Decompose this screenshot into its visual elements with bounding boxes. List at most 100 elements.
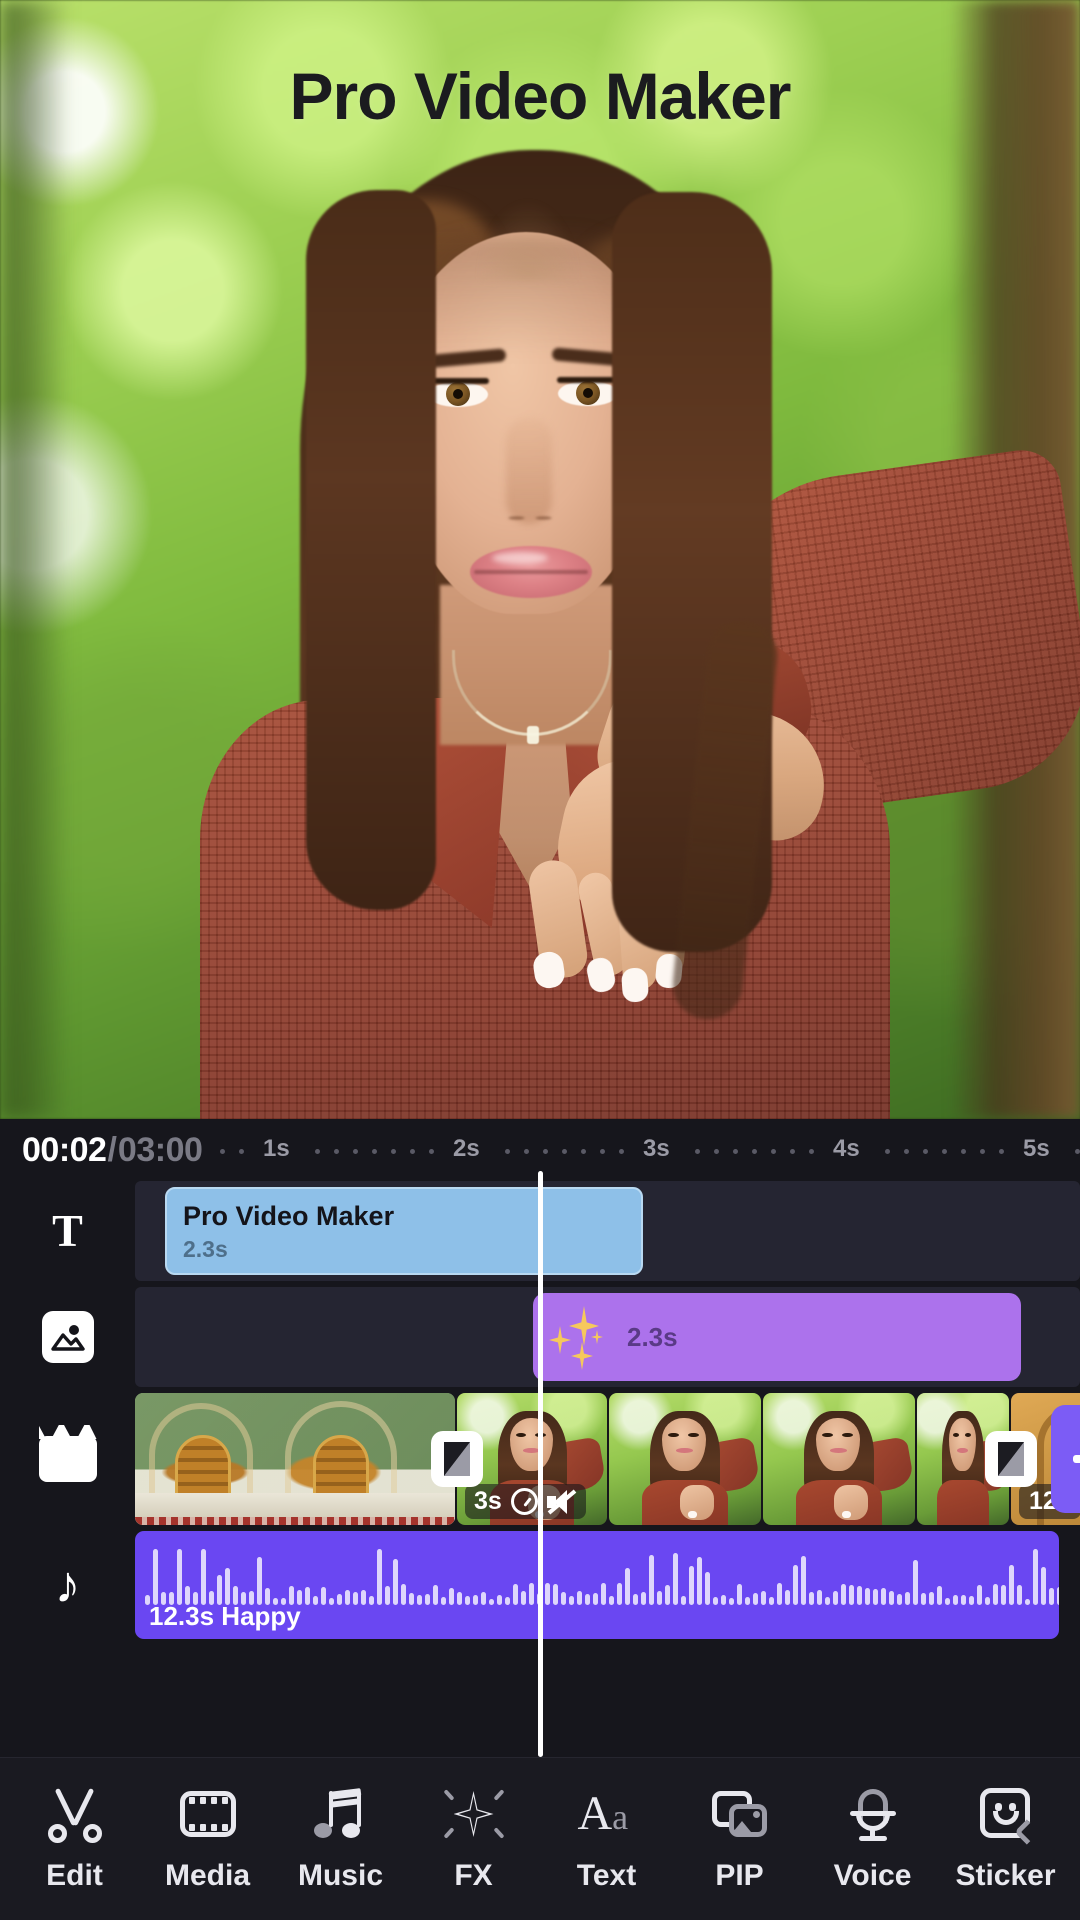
clapperboard-icon: [38, 1436, 97, 1482]
track-text-lane[interactable]: Pro Video Maker 2.3s: [135, 1181, 1080, 1281]
waveform-bar: [721, 1595, 726, 1605]
waveform-bar: [857, 1585, 862, 1605]
video-clip-3[interactable]: [609, 1393, 761, 1525]
waveform-bar: [385, 1586, 390, 1605]
add-media-button[interactable]: [1051, 1405, 1080, 1513]
waveform-bar: [657, 1591, 662, 1605]
track-text-gutter[interactable]: T: [0, 1181, 135, 1281]
preview-subject: [0, 0, 1080, 1119]
ruler-tick: [961, 1149, 967, 1154]
image-icon: [41, 1311, 94, 1363]
ruler-tick: [353, 1149, 359, 1154]
waveform-bar: [825, 1596, 830, 1605]
waveform-bar: [601, 1583, 606, 1605]
waveform-bar: [649, 1555, 654, 1605]
transition-icon-1[interactable]: [431, 1431, 483, 1487]
waveform-bar: [905, 1592, 910, 1605]
waveform-bar: [1001, 1584, 1006, 1605]
text-clip-title: Pro Video Maker: [183, 1201, 395, 1231]
mute-icon[interactable]: [546, 1489, 577, 1515]
timeline[interactable]: 00:02 / 03:00 1s 2s 3s 4s 5s T Pro Video Mak…: [0, 1119, 1080, 1757]
ruler-tick: [543, 1149, 549, 1154]
waveform-bar: [969, 1596, 974, 1605]
video-editor-app: Pro Video Maker 00:02 / 03:00 1s 2s 3s 4s 5s…: [0, 0, 1080, 1920]
tool-fx[interactable]: FX: [410, 1785, 538, 1893]
time-separator: /: [107, 1130, 117, 1169]
transition-glyph: [444, 1442, 470, 1476]
waveform-bar: [433, 1584, 438, 1605]
track-sticker-lane[interactable]: 2.3s: [135, 1287, 1080, 1387]
tool-sticker[interactable]: Sticker: [942, 1785, 1070, 1893]
waveform-bar: [481, 1591, 486, 1605]
waveform-bar: [521, 1591, 526, 1605]
ruler-tick: [752, 1149, 758, 1154]
tool-edit-label: Edit: [46, 1859, 103, 1892]
video-clip-4[interactable]: [763, 1393, 915, 1525]
tool-music[interactable]: Music: [277, 1785, 405, 1893]
waveform-bar: [881, 1587, 886, 1605]
waveform-bar: [569, 1596, 574, 1605]
track-sticker-gutter[interactable]: [0, 1287, 135, 1387]
music-notes-icon: [312, 1785, 370, 1843]
waveform-bar: [465, 1595, 470, 1605]
ruler-tick: [315, 1149, 321, 1154]
ruler-tick: [904, 1149, 910, 1154]
sticker-clip[interactable]: 2.3s: [533, 1293, 1021, 1381]
preview-title-overlay[interactable]: Pro Video Maker: [0, 58, 1080, 134]
ruler-tick: [429, 1149, 435, 1154]
audio-waveform: [145, 1549, 1059, 1605]
ruler-tick: [562, 1149, 568, 1154]
video-preview[interactable]: Pro Video Maker: [0, 0, 1080, 1119]
waveform-bar: [369, 1595, 374, 1605]
waveform-bar: [337, 1594, 342, 1605]
bottom-toolbar: Edit Media Music FX Aa Text PIP Voice St…: [0, 1757, 1080, 1920]
ruler-ticks: 1s 2s 3s 4s 5s: [216, 1119, 1080, 1181]
speed-icon[interactable]: [510, 1488, 538, 1515]
track-video-lane[interactable]: 3s 12s: [135, 1393, 1080, 1525]
waveform-bar: [985, 1597, 990, 1605]
sticker-clip-duration: 2.3s: [627, 1321, 678, 1352]
current-time: 00:02: [22, 1130, 107, 1169]
text-clip[interactable]: Pro Video Maker 2.3s: [165, 1187, 643, 1275]
tool-fx-label: FX: [454, 1859, 493, 1892]
track-video-gutter[interactable]: [0, 1393, 135, 1525]
ruler-label-5s: 5s: [1023, 1135, 1050, 1162]
playhead[interactable]: [538, 1171, 543, 1757]
waveform-bar: [345, 1590, 350, 1605]
tool-voice[interactable]: Voice: [809, 1785, 937, 1893]
waveform-bar: [377, 1549, 382, 1605]
waveform-bar: [737, 1583, 742, 1605]
video-clip-1[interactable]: [135, 1393, 455, 1525]
waveform-bar: [945, 1598, 950, 1605]
track-audio-lane[interactable]: 12.3s Happy: [135, 1531, 1080, 1639]
waveform-bar: [889, 1590, 894, 1605]
waveform-bar: [897, 1593, 902, 1605]
ruler-tick: [733, 1149, 739, 1154]
transition-icon-2[interactable]: [985, 1431, 1037, 1487]
tool-pip[interactable]: PIP: [676, 1785, 804, 1893]
audio-clip[interactable]: 12.3s Happy: [135, 1531, 1059, 1639]
waveform-bar: [817, 1590, 822, 1605]
waveform-bar: [841, 1584, 846, 1605]
ruler-tick: [239, 1149, 245, 1154]
waveform-bar: [553, 1583, 558, 1605]
ruler-tick: [600, 1149, 606, 1154]
waveform-bar: [609, 1595, 614, 1605]
track-audio-gutter[interactable]: ♪: [0, 1531, 135, 1639]
film-strip-icon: [179, 1785, 237, 1843]
waveform-bar: [225, 1567, 230, 1605]
waveform-bar: [353, 1591, 358, 1605]
tool-text[interactable]: Aa Text: [543, 1785, 671, 1893]
ruler-tick: [220, 1149, 226, 1154]
waveform-bar: [545, 1583, 550, 1605]
music-note-icon: ♪: [54, 1556, 81, 1614]
ruler-tick: [581, 1149, 587, 1154]
waveform-bar: [833, 1590, 838, 1605]
picture-in-picture-icon: [711, 1785, 769, 1843]
tool-edit[interactable]: Edit: [11, 1785, 139, 1893]
waveform-bar: [1049, 1588, 1054, 1605]
ruler-tick: [372, 1149, 378, 1154]
audio-clip-label: 12.3s Happy: [149, 1601, 301, 1631]
waveform-bar: [321, 1587, 326, 1605]
tool-media[interactable]: Media: [144, 1785, 272, 1893]
